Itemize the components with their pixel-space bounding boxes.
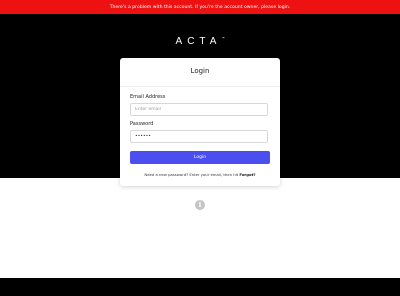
footer-bar (0, 278, 400, 296)
forgot-password-hint: Need a new password? Enter your email, t… (120, 172, 280, 177)
password-field[interactable] (130, 130, 268, 143)
email-field[interactable] (130, 103, 268, 116)
email-label: Email Address (130, 94, 166, 100)
info-icon[interactable]: i (195, 200, 205, 210)
card-divider (120, 86, 280, 87)
login-button[interactable]: Login (130, 151, 270, 164)
acta-logo: ACTA™ (0, 36, 400, 47)
login-title: Login (190, 67, 210, 75)
login-card: Login Email Address Password Login Need … (120, 58, 280, 186)
account-alert-banner: There's a problem with this account. If … (0, 0, 400, 14)
password-label: Password (130, 121, 154, 127)
logo-text: ACTA (175, 36, 222, 47)
alert-message: There's a problem with this account. If … (109, 4, 291, 10)
trademark-mark: ™ (221, 36, 225, 40)
forgot-prompt: Need a new password? Enter your email, t… (144, 172, 239, 177)
forgot-link[interactable]: Forgot? (239, 172, 255, 177)
